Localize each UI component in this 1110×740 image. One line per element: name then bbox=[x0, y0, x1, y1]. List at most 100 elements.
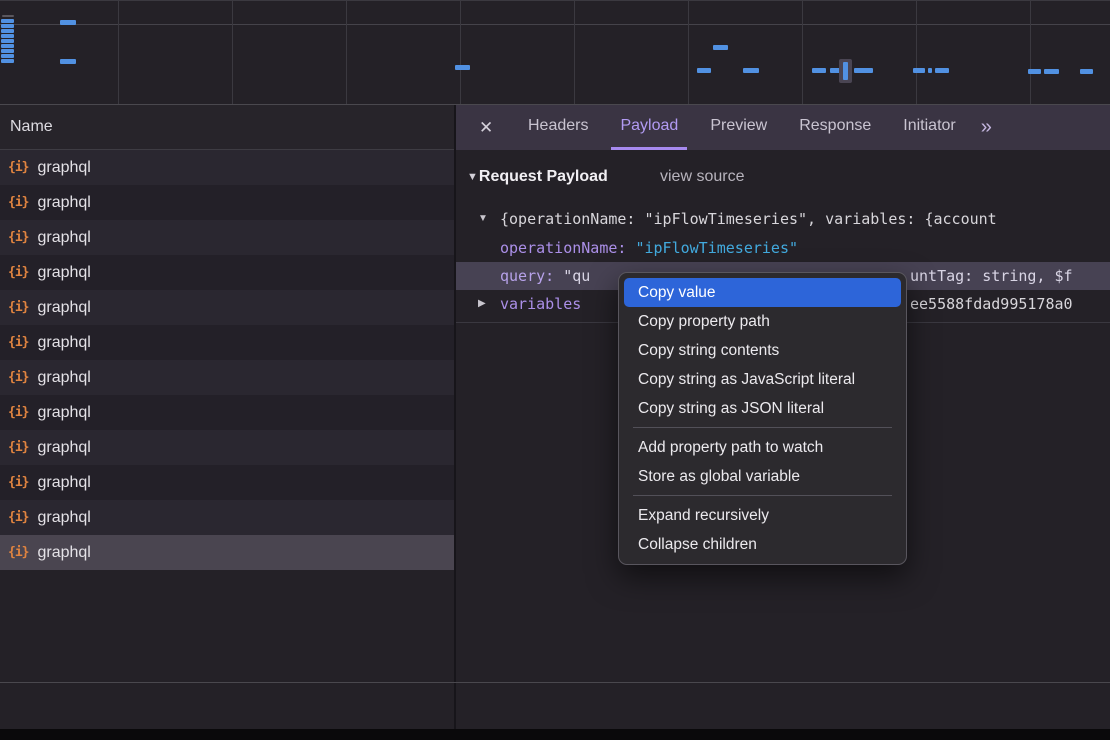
json-icon: {i} bbox=[8, 160, 28, 175]
context-menu: Copy valueCopy property pathCopy string … bbox=[618, 272, 907, 565]
request-row[interactable]: {i}graphql bbox=[0, 185, 455, 220]
request-payload-section[interactable]: ▼ Request Payload view source bbox=[456, 162, 1110, 192]
request-list: {i} graphql {i} graphql {i} graphql {i} graphql… bbox=[0, 150, 455, 570]
json-icon: {i} bbox=[8, 265, 28, 280]
request-timing-bar[interactable] bbox=[1044, 69, 1059, 74]
tab-initiator[interactable]: Initiator bbox=[894, 105, 964, 150]
overview-gridline bbox=[688, 1, 689, 104]
json-icon: {i} bbox=[8, 230, 28, 245]
json-key: operationName: bbox=[500, 239, 626, 257]
overview-gridline bbox=[802, 1, 803, 104]
request-row[interactable]: {i} graphql bbox=[0, 150, 455, 185]
json-icon: {i} bbox=[8, 195, 28, 210]
request-name: graphql bbox=[37, 229, 90, 247]
request-timing-bar[interactable] bbox=[697, 68, 711, 73]
more-tabs-icon[interactable]: » bbox=[981, 116, 992, 139]
overview-gridline bbox=[346, 1, 347, 104]
expander-open-icon[interactable]: ▼ bbox=[478, 205, 488, 233]
request-timing-bar[interactable] bbox=[1, 19, 14, 23]
request-row[interactable]: {i}graphql bbox=[0, 255, 455, 290]
view-source-link[interactable]: view source bbox=[660, 168, 744, 186]
request-timing-bar[interactable] bbox=[928, 68, 932, 73]
menu-separator bbox=[633, 427, 892, 428]
json-string-value: "ipFlowTimeseries" bbox=[635, 239, 798, 257]
request-name: graphql bbox=[37, 509, 90, 527]
json-icon: {i} bbox=[8, 545, 28, 560]
request-row[interactable]: {i} graphql bbox=[0, 430, 455, 465]
json-icon: {i} bbox=[8, 510, 28, 525]
request-timing-bar[interactable] bbox=[60, 20, 76, 25]
menu-item-add-property-path-to-watch[interactable]: Add property path to watch bbox=[624, 433, 901, 462]
json-icon: {i} bbox=[8, 475, 28, 490]
request-timing-bar[interactable] bbox=[1, 34, 14, 38]
request-timing-bar[interactable] bbox=[60, 59, 76, 64]
detail-tabbar: ✕ Headers Payload Preview Response Initiator… bbox=[455, 105, 1110, 150]
request-timing-bar[interactable] bbox=[1, 49, 14, 53]
menu-item-copy-string-as-javascript-literal[interactable]: Copy string as JavaScript literal bbox=[624, 365, 901, 394]
overview-gridline bbox=[232, 1, 233, 104]
request-row[interactable]: {i} graphql bbox=[0, 535, 455, 570]
json-string-value-left: "qu bbox=[563, 267, 590, 285]
network-overview[interactable] bbox=[0, 0, 1110, 105]
name-column-header[interactable]: Name bbox=[0, 105, 455, 150]
request-row[interactable]: {i}graphql bbox=[0, 360, 455, 395]
request-name: graphql bbox=[37, 299, 90, 317]
request-name: graphql bbox=[37, 334, 90, 352]
payload-root-row[interactable]: ▼ {operationName: "ipFlowTimeseries", var… bbox=[456, 205, 1110, 233]
request-timing-bar[interactable] bbox=[1080, 69, 1093, 74]
request-timing-bar[interactable] bbox=[1, 54, 14, 58]
menu-item-expand-recursively[interactable]: Expand recursively bbox=[624, 501, 901, 530]
json-icon: {i} bbox=[8, 405, 28, 420]
json-icon: {i} bbox=[8, 440, 28, 455]
request-timing-bar[interactable] bbox=[913, 68, 925, 73]
tab-headers[interactable]: Headers bbox=[519, 105, 597, 150]
request-timing-bar[interactable] bbox=[1028, 69, 1041, 74]
menu-item-collapse-children[interactable]: Collapse children bbox=[624, 530, 901, 559]
request-row[interactable]: {i} graphql bbox=[0, 290, 455, 325]
tab-list: Headers Payload Preview Response Initiator bbox=[519, 105, 965, 150]
request-timing-bar[interactable] bbox=[935, 68, 949, 73]
request-timing-bar[interactable] bbox=[1, 29, 14, 33]
request-row[interactable]: {i}graphql bbox=[0, 325, 455, 360]
request-name: graphql bbox=[37, 474, 90, 492]
tab-response[interactable]: Response bbox=[790, 105, 880, 150]
menu-item-copy-property-path[interactable]: Copy property path bbox=[624, 307, 901, 336]
payload-root-preview: {operationName: "ipFlowTimeseries", vari… bbox=[500, 210, 997, 228]
overview-gridline bbox=[574, 1, 575, 104]
request-timing-bar[interactable] bbox=[854, 68, 873, 73]
json-icon: {i} bbox=[8, 370, 28, 385]
request-row[interactable]: {i} graphql bbox=[0, 220, 455, 255]
request-timing-bar[interactable] bbox=[1, 39, 14, 43]
overview-lane-divider bbox=[0, 24, 1110, 25]
tab-preview[interactable]: Preview bbox=[701, 105, 776, 150]
request-row[interactable]: {i}graphql bbox=[0, 395, 455, 430]
request-timing-bar[interactable] bbox=[713, 45, 728, 50]
expander-closed-icon[interactable]: ▶ bbox=[478, 290, 486, 318]
request-timing-bar[interactable] bbox=[1, 59, 14, 63]
menu-item-copy-string-as-json-literal[interactable]: Copy string as JSON literal bbox=[624, 394, 901, 423]
overview-gridline bbox=[1030, 1, 1031, 104]
request-timing-bar[interactable] bbox=[812, 68, 826, 73]
json-key: query: bbox=[500, 267, 554, 285]
request-name: graphql bbox=[37, 159, 90, 177]
json-icon: {i} bbox=[8, 300, 28, 315]
menu-item-copy-value[interactable]: Copy value bbox=[624, 278, 901, 307]
request-name: graphql bbox=[37, 544, 90, 562]
tab-payload[interactable]: Payload bbox=[611, 105, 687, 150]
request-timing-bar[interactable] bbox=[843, 62, 848, 80]
request-timing-bar[interactable] bbox=[2, 15, 14, 17]
menu-item-store-as-global-variable[interactable]: Store as global variable bbox=[624, 462, 901, 491]
close-icon[interactable]: ✕ bbox=[479, 118, 499, 138]
overview-gridline bbox=[916, 1, 917, 104]
request-timing-bar[interactable] bbox=[743, 68, 759, 73]
request-timing-bar[interactable] bbox=[455, 65, 470, 70]
request-timing-bar[interactable] bbox=[1, 44, 14, 48]
request-timing-bar[interactable] bbox=[1, 24, 14, 28]
expander-open-icon[interactable]: ▼ bbox=[467, 171, 478, 183]
menu-item-copy-string-contents[interactable]: Copy string contents bbox=[624, 336, 901, 365]
operation-name-row[interactable]: operationName: "ipFlowTimeseries" bbox=[456, 234, 1110, 262]
request-name: graphql bbox=[37, 439, 90, 457]
request-row[interactable]: {i} graphql bbox=[0, 500, 455, 535]
overview-gridline bbox=[460, 1, 461, 104]
request-row[interactable]: {i} graphql bbox=[0, 465, 455, 500]
